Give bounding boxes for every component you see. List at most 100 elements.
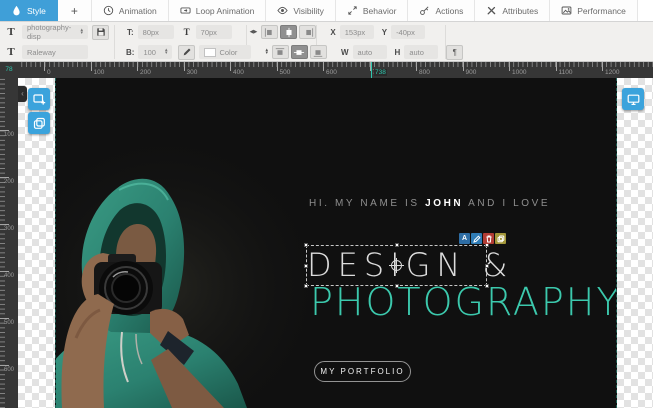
tab-label: Actions xyxy=(435,6,463,16)
tab-animation[interactable]: Animation xyxy=(92,0,169,21)
collapse-panel-icon[interactable]: ‹ xyxy=(18,86,27,102)
x-position-value: 153px xyxy=(345,28,365,37)
tab-performance[interactable]: Performance xyxy=(550,0,638,21)
tab-label: Style xyxy=(27,6,46,16)
ruler-major-tick xyxy=(556,62,557,71)
horizontal-arrows-icon: ◀▶ xyxy=(250,29,258,35)
font-icon[interactable]: A xyxy=(459,233,470,244)
ruler-major-tick xyxy=(463,62,464,71)
ruler-tick-label: 300 xyxy=(187,69,198,76)
save-style-button[interactable] xyxy=(92,25,109,40)
vertical-arrows-icon: ▴▾ xyxy=(265,49,268,56)
color-swatch[interactable] xyxy=(204,48,216,57)
desktop-preview-button[interactable] xyxy=(622,88,644,110)
ruler-tick-label: 300 xyxy=(4,226,14,232)
ruler-corner: 78 xyxy=(0,62,18,78)
ruler-major-tick xyxy=(602,62,603,71)
duplicate-icon xyxy=(33,117,46,130)
tab-bar: Style + Animation Loop Animation Visibil… xyxy=(0,0,653,22)
plus-icon: + xyxy=(71,4,78,18)
align-bottom-button[interactable] xyxy=(310,45,327,59)
align-left-button[interactable] xyxy=(261,25,278,39)
font-size-value: 80px xyxy=(143,28,159,37)
y-position-field[interactable]: -40px xyxy=(391,25,425,39)
color-field[interactable]: Color xyxy=(199,45,251,59)
font-style-select[interactable]: photography-disp ▴▾ xyxy=(22,25,88,39)
line-height-value: 70px xyxy=(201,28,217,37)
ruler-tick-label: 200 xyxy=(140,69,151,76)
selection-handle[interactable] xyxy=(304,284,308,288)
tab-add[interactable]: + xyxy=(58,0,92,21)
align-middle-button[interactable] xyxy=(291,45,308,59)
ruler-major-tick xyxy=(0,224,9,225)
ruler-tick-label: 1100 xyxy=(559,69,573,76)
eye-icon xyxy=(277,5,288,16)
photographer-photo[interactable] xyxy=(56,138,331,408)
font-weight-label: B: xyxy=(126,48,134,57)
paragraph-settings-button[interactable]: ¶ xyxy=(446,45,463,60)
ruler-major-tick xyxy=(416,62,417,71)
offstage-right xyxy=(617,78,653,408)
align-left-icon xyxy=(263,27,277,38)
ruler-major-tick xyxy=(137,62,138,71)
tab-visibility[interactable]: Visibility xyxy=(266,0,336,21)
ruler-tick-label: 1200 xyxy=(605,69,619,76)
ruler-major-tick xyxy=(323,62,324,71)
slide-canvas[interactable]: HI. MY NAME IS JOHN AND I LOVE DESIGN & … xyxy=(55,78,617,408)
headline-text[interactable]: HI. MY NAME IS JOHN AND I LOVE xyxy=(309,198,521,209)
add-layer-button[interactable] xyxy=(28,88,50,110)
horizontal-ruler[interactable]: 0100200300400500600700800900100011001200 xyxy=(18,62,653,78)
align-center-button[interactable] xyxy=(280,25,297,39)
tab-label: Attributes xyxy=(502,6,538,16)
align-right-icon xyxy=(301,27,315,38)
align-right-button[interactable] xyxy=(299,25,316,39)
display-line2[interactable]: PHOTOGRAPHY xyxy=(310,280,617,324)
x-position-field[interactable]: 153px xyxy=(340,25,374,39)
font-family-field[interactable] xyxy=(22,45,88,59)
tab-loop-animation[interactable]: Loop Animation xyxy=(169,0,267,21)
tab-label: Visibility xyxy=(293,6,324,16)
ruler-tick-label: 1000 xyxy=(512,69,526,76)
color-picker-button[interactable] xyxy=(178,45,195,60)
ruler-major-tick xyxy=(0,365,9,366)
slide-editor-app: Style + Animation Loop Animation Visibil… xyxy=(0,0,653,408)
ruler-tick-label: 500 xyxy=(4,320,14,326)
width-field[interactable]: auto xyxy=(353,45,387,59)
ruler-major-tick xyxy=(277,62,278,71)
tab-label: Loop Animation xyxy=(196,6,255,16)
font-size-field[interactable]: 80px xyxy=(138,25,174,39)
tab-actions[interactable]: Actions xyxy=(408,0,475,21)
align-top-icon xyxy=(273,47,287,58)
font-family-input[interactable] xyxy=(27,48,83,57)
duplicate-icon[interactable] xyxy=(495,233,506,244)
delete-icon[interactable] xyxy=(483,233,494,244)
headline-suffix: AND I LOVE xyxy=(463,198,550,209)
align-top-button[interactable] xyxy=(272,45,289,59)
droplet-icon xyxy=(11,5,22,16)
height-field[interactable]: auto xyxy=(404,45,438,59)
selection-handle[interactable] xyxy=(304,243,308,247)
tab-style[interactable]: Style xyxy=(0,0,58,21)
disk-icon xyxy=(96,27,106,37)
edit-icon[interactable] xyxy=(471,233,482,244)
font-weight-select[interactable]: 100 ▴▾ xyxy=(138,45,172,59)
height-value: auto xyxy=(409,48,424,57)
ruler-tick-label: 100 xyxy=(94,69,105,76)
workspace: 78 0100200300400500600700800900100011001… xyxy=(0,62,653,408)
selection-handle[interactable] xyxy=(304,264,308,268)
selection-handle[interactable] xyxy=(485,264,489,268)
duplicate-slide-button[interactable] xyxy=(28,112,50,134)
style-toolbar: T photography-disp ▴▾ T: 80px T 70px ◀▶ xyxy=(0,22,653,62)
selection-handle[interactable] xyxy=(395,243,399,247)
portfolio-button[interactable]: MY PORTFOLIO xyxy=(314,361,411,382)
ruler-major-tick xyxy=(0,318,9,319)
line-height-field[interactable]: 70px xyxy=(196,25,232,39)
ruler-tick-label: 900 xyxy=(466,69,477,76)
tab-behavior[interactable]: Behavior xyxy=(336,0,409,21)
vertical-ruler[interactable]: 100200300400500600 xyxy=(0,78,18,408)
anchor-point-icon[interactable] xyxy=(391,260,402,271)
align-middle-icon xyxy=(292,47,306,58)
tab-label: Performance xyxy=(577,6,626,16)
tab-attributes[interactable]: Attributes xyxy=(475,0,550,21)
font-style-value: photography-disp xyxy=(27,23,77,41)
